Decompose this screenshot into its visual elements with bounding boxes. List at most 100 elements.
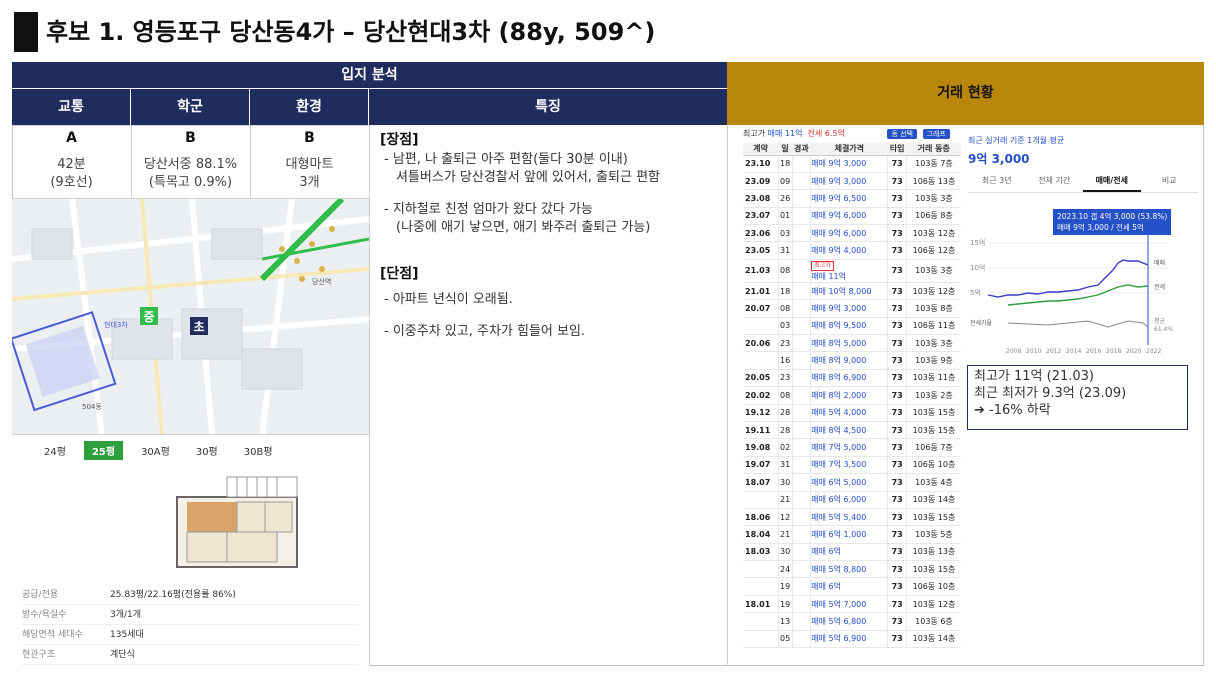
pros-item: - 남편, 나 출퇴근 아주 편함(둘다 30분 이내) 셔틀버스가 당산경찰서…	[384, 152, 660, 185]
table-row[interactable]: 19 매매 6억 73 106동 10층	[743, 577, 961, 596]
col-type: 타입	[887, 143, 907, 156]
page-title: 후보 1. 영등포구 당산동4가 – 당산현대3차 (88y, 509^)	[46, 18, 656, 46]
cell-elapsed	[791, 577, 811, 596]
table-row[interactable]: 24 매매 5억 8,800 73 103동 15층	[743, 560, 961, 579]
cell-type: 73	[887, 473, 907, 492]
tab-30a[interactable]: 30A평	[133, 441, 178, 460]
cell-price: 매매 5억 8,800	[810, 560, 888, 579]
table-row[interactable]: 19.07 31 매매 7억 3,500 73 106동 10층	[743, 456, 961, 475]
deal-status-header: 거래 현황	[727, 62, 1204, 125]
cell-floor: 103동 6층	[905, 612, 961, 631]
table-row[interactable]: 20.06 23 매매 8억 5,000 73 103동 3층	[743, 334, 961, 353]
cell-elapsed	[791, 241, 811, 260]
table-row[interactable]: 21 매매 6억 6,000 73 103동 14층	[743, 491, 961, 509]
cell-d: 13	[777, 612, 793, 631]
table-row[interactable]: 23.07 01 매매 9억 6,000 73 106동 8층	[743, 207, 961, 226]
tab-recent-3y[interactable]: 최근 3년	[968, 175, 1026, 192]
cell-elapsed	[791, 172, 811, 191]
table-row[interactable]: 23.10 18 매매 9억 3,000 73 103동 7층	[743, 155, 961, 173]
info-row: 공급/전용 25.83평/22.16평(전용률 86%)	[22, 585, 359, 605]
cell-elapsed	[791, 351, 811, 370]
cell-type: 73	[887, 334, 907, 353]
table-row[interactable]: 13 매매 5억 6,800 73 103동 6층	[743, 612, 961, 631]
table-row[interactable]: 19.11 28 매매 8억 4,500 73 103동 15층	[743, 421, 961, 440]
cell-floor: 103동 12층	[905, 282, 961, 301]
cell-price: 매매 5억 5,400	[810, 508, 888, 527]
cell-elapsed	[791, 491, 811, 509]
table-row[interactable]: 23.09 09 매매 9억 3,000 73 106동 13층	[743, 172, 961, 191]
cell-floor: 103동 14층	[905, 630, 961, 649]
cell-elapsed	[791, 560, 811, 579]
table-row[interactable]: 18.06 12 매매 5억 5,400 73 103동 15층	[743, 508, 961, 527]
table-row[interactable]: 23.05 31 매매 9억 4,000 73 106동 12층	[743, 241, 961, 260]
tab-25[interactable]: 25평	[83, 441, 124, 460]
cell-d: 05	[777, 630, 793, 649]
divider	[12, 125, 369, 126]
tab-sale-rent[interactable]: 매매/전세	[1083, 175, 1141, 192]
table-row[interactable]: 20.07 08 매매 9억 3,000 73 103동 8층	[743, 299, 961, 318]
highest-price-tag: 최고가	[811, 260, 834, 271]
cons-item: - 아파트 년식이 오래됨.	[384, 292, 513, 307]
svg-text:초: 초	[193, 320, 204, 334]
cell-elapsed	[791, 438, 811, 457]
tab-30[interactable]: 30평	[188, 441, 226, 460]
table-row[interactable]: 18.03 30 매매 6억 73 103동 13층	[743, 543, 961, 562]
title-marker	[14, 12, 38, 52]
cell-price: 매매 9억 3,000	[810, 155, 888, 173]
cell-elapsed	[791, 317, 811, 336]
deal-summary-box: 최고가 11억 (21.03) 최근 최저가 9.3억 (23.09) ➔ -1…	[967, 365, 1188, 430]
chart-price: 9억 3,000	[968, 152, 1030, 166]
cell-d: 24	[777, 560, 793, 579]
cell-type: 73	[887, 172, 907, 191]
price-chart: 15억 10억 5억 매매 전세 전세가율 평균 61.4% 2008 2010 2…	[970, 235, 1173, 355]
table-row[interactable]: 21.01 18 매매 10억 8,000 73 103동 12층	[743, 282, 961, 301]
table-row[interactable]: 19.12 28 매매 5억 4,000 73 103동 15층	[743, 404, 961, 422]
legend-rent: 전세	[1154, 283, 1165, 291]
cell-floor: 103동 8층	[905, 299, 961, 318]
select-building-button[interactable]: 동 선택	[887, 129, 917, 139]
tab-compare[interactable]: 비교	[1141, 175, 1199, 192]
floor-plan-drawing	[176, 476, 298, 568]
cell-floor: 103동 12층	[905, 224, 961, 243]
cell-type: 73	[887, 421, 907, 440]
cell-type: 73	[887, 351, 907, 370]
table-row[interactable]: 03 매매 8억 9,500 73 106동 11층	[743, 317, 961, 336]
table-row[interactable]: 23.08 26 매매 9억 6,500 73 103동 3층	[743, 189, 961, 208]
table-row[interactable]: 18.01 19 매매 5억 7,000 73 103동 12층	[743, 595, 961, 614]
cell-ym: 23.10	[743, 155, 779, 173]
cell-d: 21	[777, 491, 793, 509]
tab-24[interactable]: 24평	[36, 441, 74, 460]
table-row[interactable]: 23.06 03 매매 9억 6,000 73 103동 12층	[743, 224, 961, 243]
grade-environment: B	[304, 130, 315, 146]
cell-ym	[743, 612, 779, 631]
table-row[interactable]: 18.04 21 매매 6억 1,000 73 103동 5층	[743, 525, 961, 544]
cell-price: 매매 8억 5,000	[810, 334, 888, 353]
x-tick: 2012	[1046, 348, 1061, 355]
cell-type: 73	[887, 207, 907, 226]
table-row[interactable]: 20.02 08 매매 8억 2,000 73 103동 2층	[743, 386, 961, 405]
graph-button[interactable]: 그래프	[922, 129, 950, 139]
location-map[interactable]: 중 초 504동 현대3차 당산역	[12, 198, 369, 434]
table-row[interactable]: 18.07 30 매매 6억 5,000 73 103동 4층	[743, 473, 961, 492]
cell-type: 73	[887, 577, 907, 596]
y-tick: 10억	[970, 264, 985, 272]
table-row[interactable]: 05 매매 5억 6,900 73 103동 14층	[743, 630, 961, 649]
tab-30b[interactable]: 30B평	[236, 441, 281, 460]
cell-elapsed	[791, 404, 811, 422]
svg-text:현대3차: 현대3차	[104, 320, 128, 329]
cell-d: 12	[777, 508, 793, 527]
table-row[interactable]: 21.03 08 최고가 매매 11억 73 103동 3층	[743, 259, 961, 283]
cell-d: 28	[777, 421, 793, 440]
cell-d: 03	[777, 317, 793, 336]
cell-elapsed	[791, 369, 811, 388]
cell-ym: 21.03	[743, 259, 779, 283]
table-row[interactable]: 20.05 23 매매 8억 6,900 73 103동 11층	[743, 369, 961, 388]
floor-plan-info: 공급/전용 25.83평/22.16평(전용률 86%) 방수/욕실수 3개/1개 …	[22, 585, 359, 665]
x-tick: 2014	[1066, 348, 1081, 355]
cell-d: 08	[777, 386, 793, 405]
floor-plan-tabs: 24평 25평 30A평 30평 30B평	[36, 441, 281, 460]
table-row[interactable]: 16 매매 8억 9,000 73 103동 9층	[743, 351, 961, 370]
tab-all-period[interactable]: 전체 기간	[1026, 175, 1084, 192]
table-row[interactable]: 19.08 02 매매 7억 5,000 73 106동 7층	[743, 438, 961, 457]
cell-price: 매매 8억 6,900	[810, 369, 888, 388]
